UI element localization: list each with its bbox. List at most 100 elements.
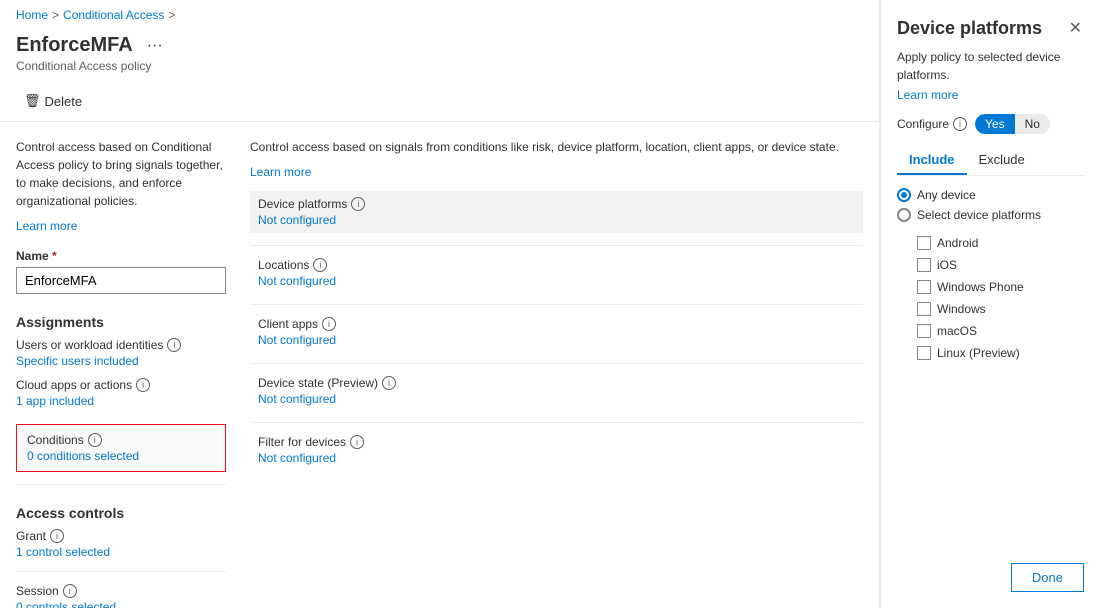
breadcrumb-sep1: > (52, 8, 59, 22)
locations-label: Locations (258, 258, 309, 272)
device-state-item[interactable]: Device state (Preview) i Not configured (250, 372, 863, 410)
select-platforms-radio-circle (897, 208, 911, 222)
assignments-heading: Assignments (16, 314, 226, 330)
panel-learn-more[interactable]: Learn more (897, 88, 1084, 102)
device-state-value[interactable]: Not configured (258, 392, 855, 406)
name-label: Name * (16, 249, 226, 263)
conditions-box[interactable]: Conditions i 0 conditions selected (16, 424, 226, 472)
cloud-apps-value[interactable]: 1 app included (16, 394, 226, 408)
platform-windows[interactable]: Windows (917, 302, 1084, 316)
configure-info-icon[interactable]: i (953, 117, 967, 131)
platform-macos[interactable]: macOS (917, 324, 1084, 338)
configure-no[interactable]: No (1015, 114, 1050, 134)
cloud-apps-info-icon[interactable]: i (136, 378, 150, 392)
access-controls-heading: Access controls (16, 505, 226, 521)
filter-devices-value[interactable]: Not configured (258, 451, 855, 465)
device-platforms-value[interactable]: Not configured (258, 213, 855, 227)
panel-title: Device platforms (897, 18, 1042, 39)
grant-value[interactable]: 1 control selected (16, 545, 226, 559)
conditions-label: Conditions (27, 433, 84, 447)
users-info-icon[interactable]: i (167, 338, 181, 352)
radio-group: Any device Select device platforms (897, 188, 1084, 228)
macos-checkbox[interactable] (917, 324, 931, 338)
toolbar: 🗑 Delete (0, 81, 879, 122)
users-label: Users or workload identities (16, 338, 163, 352)
locations-item[interactable]: Locations i Not configured (250, 254, 863, 292)
select-platforms-radio[interactable]: Select device platforms (897, 208, 1084, 222)
any-device-radio[interactable]: Any device (897, 188, 1084, 202)
android-checkbox[interactable] (917, 236, 931, 250)
tab-include[interactable]: Include (897, 146, 967, 175)
conditions-info-icon[interactable]: i (88, 433, 102, 447)
more-options-icon[interactable]: ··· (147, 37, 163, 55)
any-device-radio-circle (897, 188, 911, 202)
right-column: Control access based on signals from con… (250, 138, 863, 608)
macos-label: macOS (937, 324, 977, 338)
ios-label: iOS (937, 258, 957, 272)
windows-checkbox[interactable] (917, 302, 931, 316)
breadcrumb-conditional-access[interactable]: Conditional Access (63, 8, 164, 22)
done-button[interactable]: Done (1011, 563, 1084, 592)
page-header: EnforceMFA ··· Conditional Access policy (0, 30, 879, 81)
platform-ios[interactable]: iOS (917, 258, 1084, 272)
delete-label: Delete (45, 94, 83, 109)
cloud-apps-field: Cloud apps or actions i 1 app included (16, 378, 226, 408)
windows-label: Windows (937, 302, 986, 316)
platform-android[interactable]: Android (917, 236, 1084, 250)
client-apps-info-icon[interactable]: i (322, 317, 336, 331)
right-learn-more[interactable]: Learn more (250, 165, 311, 179)
panel-header: Device platforms ✕ (897, 16, 1084, 40)
android-label: Android (937, 236, 978, 250)
linux-checkbox[interactable] (917, 346, 931, 360)
breadcrumb-sep2: > (168, 8, 175, 22)
windows-phone-label: Windows Phone (937, 280, 1024, 294)
tab-exclude[interactable]: Exclude (967, 146, 1037, 175)
session-info-icon[interactable]: i (63, 584, 77, 598)
breadcrumb: Home > Conditional Access > (0, 0, 879, 30)
delete-button[interactable]: 🗑 Delete (16, 89, 90, 113)
locations-value[interactable]: Not configured (258, 274, 855, 288)
close-panel-button[interactable]: ✕ (1067, 16, 1084, 40)
delete-icon: 🗑 (24, 93, 41, 109)
cloud-apps-label: Cloud apps or actions (16, 378, 132, 392)
session-field: Session i 0 controls selected (16, 584, 226, 608)
client-apps-label: Client apps (258, 317, 318, 331)
device-platforms-item[interactable]: Device platforms i Not configured (250, 191, 863, 233)
configure-label: Configure (897, 117, 949, 131)
grant-label: Grant (16, 529, 46, 543)
left-column: Control access based on Conditional Acce… (16, 138, 226, 608)
page-subtitle: Conditional Access policy (16, 59, 863, 73)
select-platforms-label: Select device platforms (917, 208, 1041, 222)
locations-info-icon[interactable]: i (313, 258, 327, 272)
configure-toggle[interactable]: Yes No (975, 114, 1050, 134)
grant-info-icon[interactable]: i (50, 529, 64, 543)
right-description: Control access based on signals from con… (250, 138, 863, 156)
platform-linux[interactable]: Linux (Preview) (917, 346, 1084, 360)
linux-label: Linux (Preview) (937, 346, 1020, 360)
session-value[interactable]: 0 controls selected (16, 600, 226, 608)
filter-devices-item[interactable]: Filter for devices i Not configured (250, 431, 863, 469)
users-value[interactable]: Specific users included (16, 354, 226, 368)
name-input[interactable] (16, 267, 226, 294)
windows-phone-checkbox[interactable] (917, 280, 931, 294)
panel-tabs: Include Exclude (897, 146, 1084, 176)
device-platforms-info-icon[interactable]: i (351, 197, 365, 211)
session-label: Session (16, 584, 59, 598)
device-state-info-icon[interactable]: i (382, 376, 396, 390)
platform-windows-phone[interactable]: Windows Phone (917, 280, 1084, 294)
device-platforms-label: Device platforms (258, 197, 347, 211)
page-title: EnforceMFA (16, 34, 133, 57)
configure-yes[interactable]: Yes (975, 114, 1015, 134)
breadcrumb-home[interactable]: Home (16, 8, 48, 22)
ios-checkbox[interactable] (917, 258, 931, 272)
any-device-label: Any device (917, 188, 976, 202)
client-apps-item[interactable]: Client apps i Not configured (250, 313, 863, 351)
filter-devices-info-icon[interactable]: i (350, 435, 364, 449)
client-apps-value[interactable]: Not configured (258, 333, 855, 347)
left-learn-more[interactable]: Learn more (16, 219, 77, 233)
conditions-value: 0 conditions selected (27, 449, 215, 463)
platforms-checkbox-list: Android iOS Windows Phone Windows macOS … (917, 236, 1084, 368)
panel-description: Apply policy to selected device platform… (897, 48, 1084, 84)
content-body: Control access based on Conditional Acce… (0, 122, 879, 608)
filter-devices-label: Filter for devices (258, 435, 346, 449)
